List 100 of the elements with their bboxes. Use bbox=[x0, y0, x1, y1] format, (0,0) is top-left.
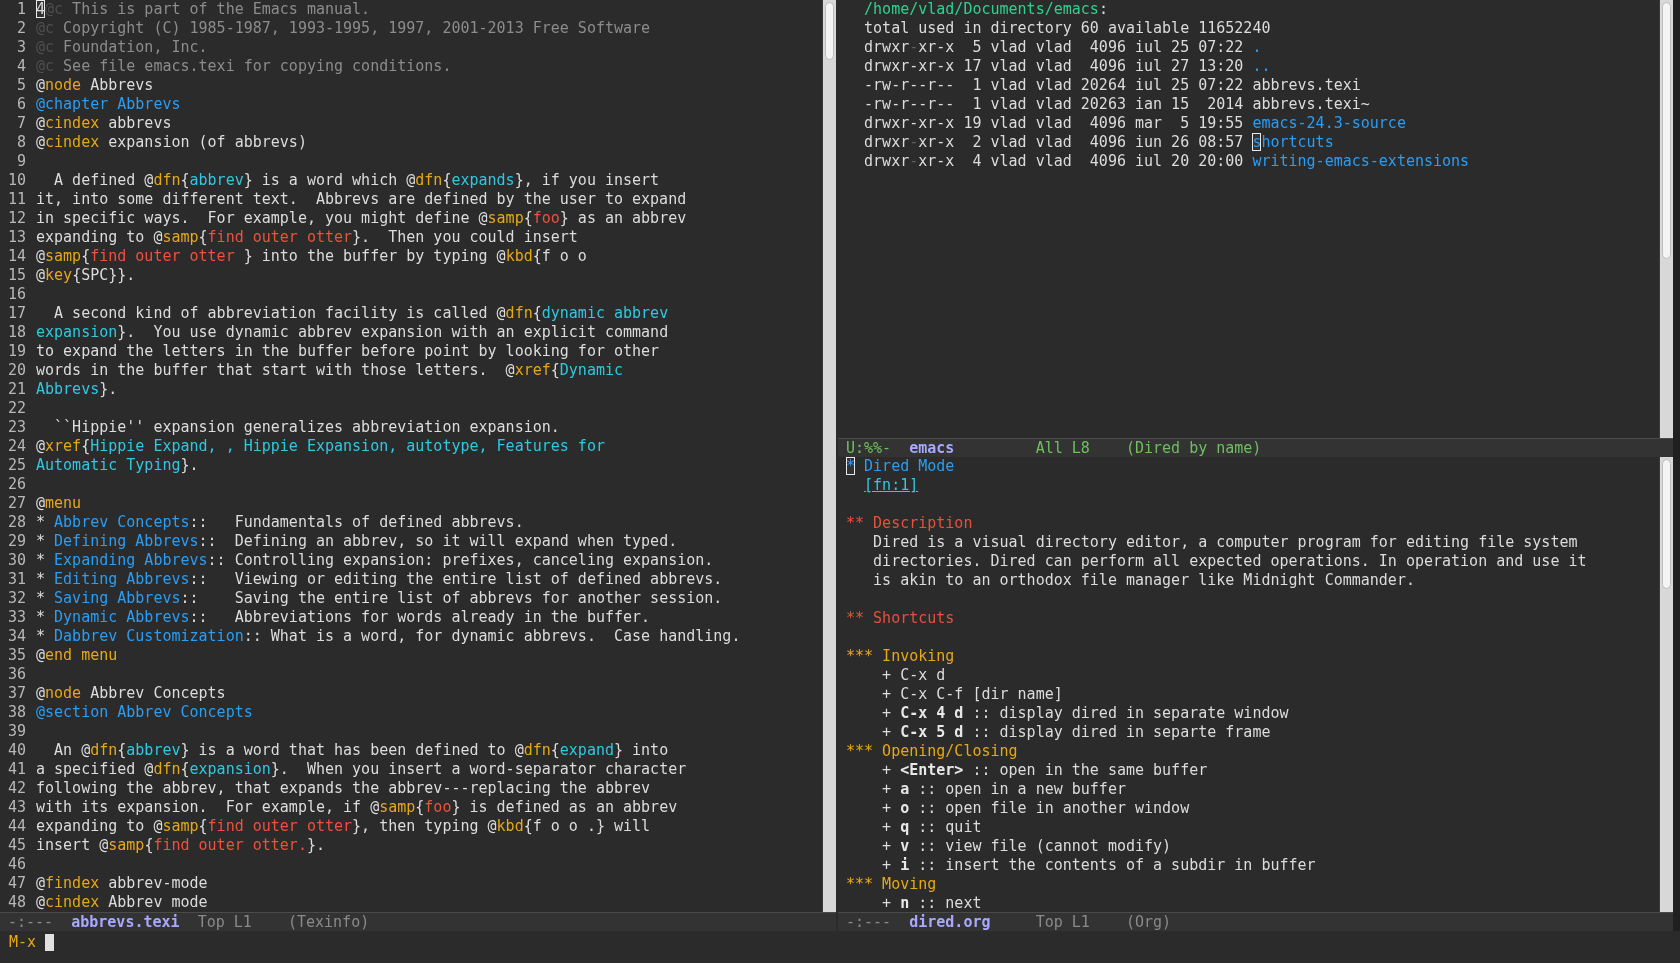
code-line: following the abbrev, that expands the abbrev---replacing the abbrev bbox=[36, 779, 651, 798]
code-line: + n :: next bbox=[881, 893, 982, 912]
line-number: 23 bbox=[6, 418, 26, 437]
code-line: ** Description bbox=[846, 513, 973, 533]
code-line: + a :: open in a new buffer bbox=[881, 779, 1126, 799]
code-line: *** Moving bbox=[846, 874, 937, 894]
code-line: with its expansion. For example, if @samp{foo} is defined as an abbrev bbox=[36, 798, 678, 817]
line-number: 8 bbox=[15, 133, 26, 152]
line-number: 16 bbox=[6, 285, 26, 304]
code-line: ** Shortcuts bbox=[846, 608, 955, 628]
line-number: 10 bbox=[6, 171, 26, 190]
code-line: * Editing Abbrevs:: Viewing or editing the entire list of defined abbrevs. bbox=[36, 570, 723, 589]
code-line: + C-x C-f [dir name] bbox=[881, 684, 1063, 704]
code-line: @cindex abbrevs bbox=[36, 114, 172, 133]
code-line: + v :: view file (cannot modify) bbox=[881, 836, 1172, 856]
line-number: 40 bbox=[6, 741, 26, 760]
code-line: @findex abbrev-mode bbox=[36, 874, 208, 893]
code-line: [fn:1] bbox=[863, 475, 919, 495]
buffer-name: dired.org bbox=[909, 913, 992, 931]
text-cursor bbox=[45, 934, 55, 951]
code-line: @end menu bbox=[36, 646, 118, 665]
code-line: -rw-r--r-- 1 vlad vlad 20263 ian 15 2014 abbrevs.texi~ bbox=[863, 95, 1370, 114]
code-line: Dired is a visual directory editor, a computer program for editing file system bbox=[872, 532, 1578, 552]
code-line: /home/vlad/Documents/emacs: bbox=[863, 0, 1108, 19]
line-number: 5 bbox=[15, 76, 26, 95]
code-line: * Dynamic Abbrevs:: Abbreviations for words already in the buffer. bbox=[36, 608, 651, 627]
code-line: drwxr-xr-x 4 vlad vlad 4096 iul 20 20:00 writing-emacs-extensions bbox=[863, 152, 1470, 171]
line-number: 46 bbox=[6, 855, 26, 874]
scrollbar[interactable] bbox=[1659, 456, 1673, 912]
cursor-position: Top L1 bbox=[1035, 913, 1091, 931]
code-line: -rw-r--r-- 1 vlad vlad 20264 iul 25 07:22 abbrevs.texi bbox=[863, 76, 1361, 95]
line-number: 34 bbox=[6, 627, 26, 646]
buffer-name: emacs bbox=[909, 438, 956, 457]
line-number: 28 bbox=[6, 513, 26, 532]
line-number: 14 bbox=[6, 247, 26, 266]
code-line: @cindex Abbrev mode bbox=[36, 893, 208, 912]
line-number: 48 bbox=[6, 893, 26, 912]
code-line: drwxr-xr-x 17 vlad vlad 4096 iul 27 13:20 .. bbox=[863, 57, 1271, 76]
code-line: to expand the letters in the buffer before point by looking for other bbox=[36, 342, 660, 361]
code-line: @node Abbrevs bbox=[36, 76, 154, 95]
code-line: drwxr-xr-x 19 vlad vlad 4096 mar 5 19:55 emacs-24.3-source bbox=[863, 114, 1406, 133]
line-number: 4 bbox=[15, 57, 26, 76]
scrollbar-thumb[interactable] bbox=[1662, 458, 1671, 589]
line-number: 31 bbox=[6, 570, 26, 589]
line-number: 21 bbox=[6, 380, 26, 399]
line-number: 22 bbox=[6, 399, 26, 418]
scrollbar[interactable] bbox=[1659, 0, 1673, 438]
line-number: 44 bbox=[6, 817, 26, 836]
line-number: 45 bbox=[6, 836, 26, 855]
code-line: + C-x 5 d :: display dired in separte frame bbox=[881, 722, 1271, 742]
code-line: * Saving Abbrevs:: Saving the entire list of abbrevs for another session. bbox=[36, 589, 723, 608]
line-number: 3 bbox=[15, 38, 26, 57]
code-line: drwxr-xr-x 2 vlad vlad 4096 iun 26 08:57 shortcuts bbox=[863, 133, 1334, 152]
line-number: 1 bbox=[15, 0, 26, 19]
code-line: + C-x d bbox=[881, 665, 946, 685]
code-line: total used in directory 60 available 11652240 bbox=[863, 19, 1271, 38]
code-line: expanding to @samp{find outer otter}. Then you could insert bbox=[36, 228, 578, 247]
line-number: 17 bbox=[6, 304, 26, 323]
line-number: 9 bbox=[15, 152, 26, 171]
code-line: *** Opening/Closing bbox=[846, 741, 1018, 761]
code-line: Automatic Typing}. bbox=[36, 456, 199, 475]
scrollbar-thumb[interactable] bbox=[1662, 2, 1671, 259]
line-number: 24 bbox=[6, 437, 26, 456]
code-line: + o :: open file in another window bbox=[881, 798, 1190, 818]
code-line: * Dabbrev Customization:: What is a word, for dynamic abbrevs. Case handling. bbox=[36, 627, 741, 646]
code-line: + i :: insert the contents of a subdir in buffer bbox=[881, 855, 1316, 875]
buffer-status: -:--- bbox=[846, 913, 893, 931]
line-number: 47 bbox=[6, 874, 26, 893]
line-number: 41 bbox=[6, 760, 26, 779]
line-number: 39 bbox=[6, 722, 26, 741]
line-number: 29 bbox=[6, 532, 26, 551]
code-line: directories. Dired can perform all expected operations. In operation and use it bbox=[872, 551, 1587, 571]
line-number: 26 bbox=[6, 475, 26, 494]
scrollbar-thumb[interactable] bbox=[825, 2, 834, 60]
code-line: expansion}. You use dynamic abbrev expansion with an explicit command bbox=[36, 323, 669, 342]
line-number: 15 bbox=[6, 266, 26, 285]
line-number: 32 bbox=[6, 589, 26, 608]
scrollbar[interactable] bbox=[822, 0, 836, 912]
code-line: expanding to @samp{find outer otter}, then typing @kbd{f o o .} will bbox=[36, 817, 651, 836]
code-line: A second kind of abbreviation facility is called @dfn{dynamic abbrev bbox=[53, 304, 669, 323]
code-line: @node Abbrev Concepts bbox=[36, 684, 226, 703]
code-line: * Defining Abbrevs:: Defining an abbrev, so it will expand when typed. bbox=[36, 532, 678, 551]
line-number: 20 bbox=[6, 361, 26, 380]
line-number: 37 bbox=[6, 684, 26, 703]
code-line: @samp{find outer otter } into the buffer by typing @kbd{f o o bbox=[36, 247, 587, 266]
code-line: @section Abbrev Concepts bbox=[36, 703, 253, 722]
code-line: * Dired Mode bbox=[846, 456, 955, 476]
line-number: 12 bbox=[6, 209, 26, 228]
major-mode: (Texinfo) bbox=[287, 913, 370, 931]
major-mode: (Org) bbox=[1125, 913, 1172, 931]
code-line: is akin to an orthodox file manager like Midnight Commander. bbox=[872, 570, 1415, 590]
buffer-status: -:--- bbox=[8, 913, 55, 931]
cursor-position: Top L1 bbox=[197, 913, 253, 931]
code-line: + C-x 4 d :: display dired in separate window bbox=[881, 703, 1289, 723]
line-number: 18 bbox=[6, 323, 26, 342]
minibuffer-prompt: M-x bbox=[9, 933, 37, 952]
line-number: 42 bbox=[6, 779, 26, 798]
line-number: 30 bbox=[6, 551, 26, 570]
code-line: ``Hippie'' expansion generalizes abbreviation expansion. bbox=[53, 418, 560, 437]
code-line: Abbrevs}. bbox=[36, 380, 118, 399]
